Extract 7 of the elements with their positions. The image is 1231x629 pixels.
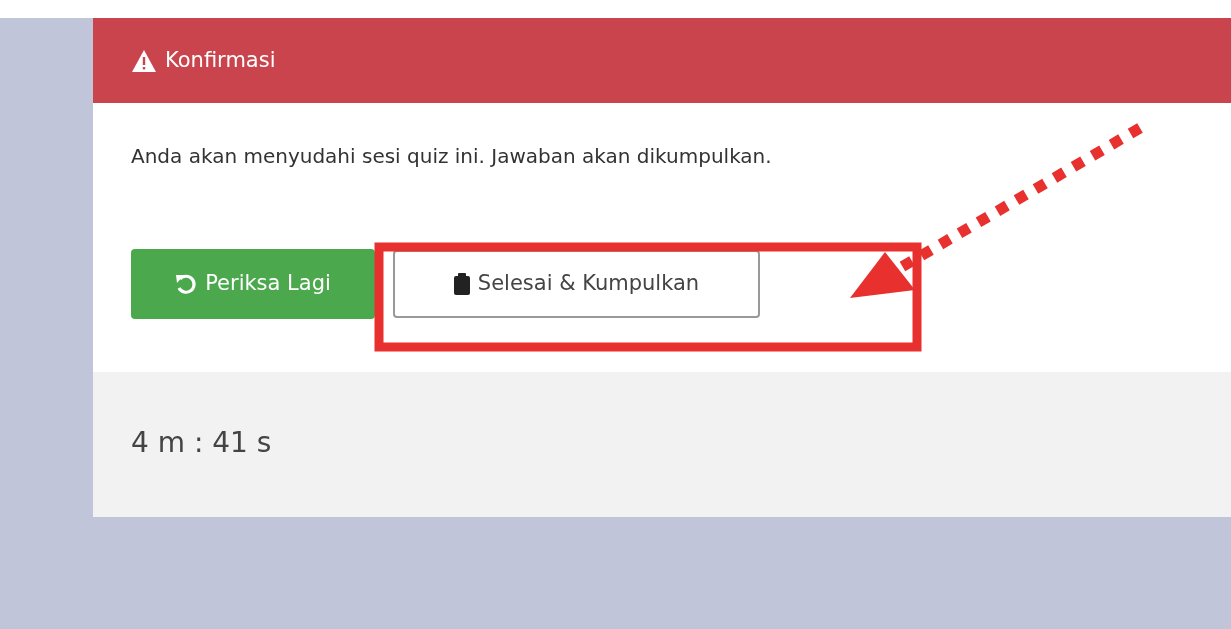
countdown-timer: 4 m : 41 s [131, 426, 272, 459]
warning-icon [131, 48, 157, 73]
clipboard-icon [453, 273, 470, 295]
submit-button[interactable]: Selesai & Kumpulkan [393, 250, 760, 318]
confirmation-message: Anda akan menyudahi sesi quiz ini. Jawaban akan dikumpulkan. [131, 143, 773, 170]
undo-icon [175, 273, 198, 295]
dialog-title: Konfirmasi [165, 46, 276, 74]
